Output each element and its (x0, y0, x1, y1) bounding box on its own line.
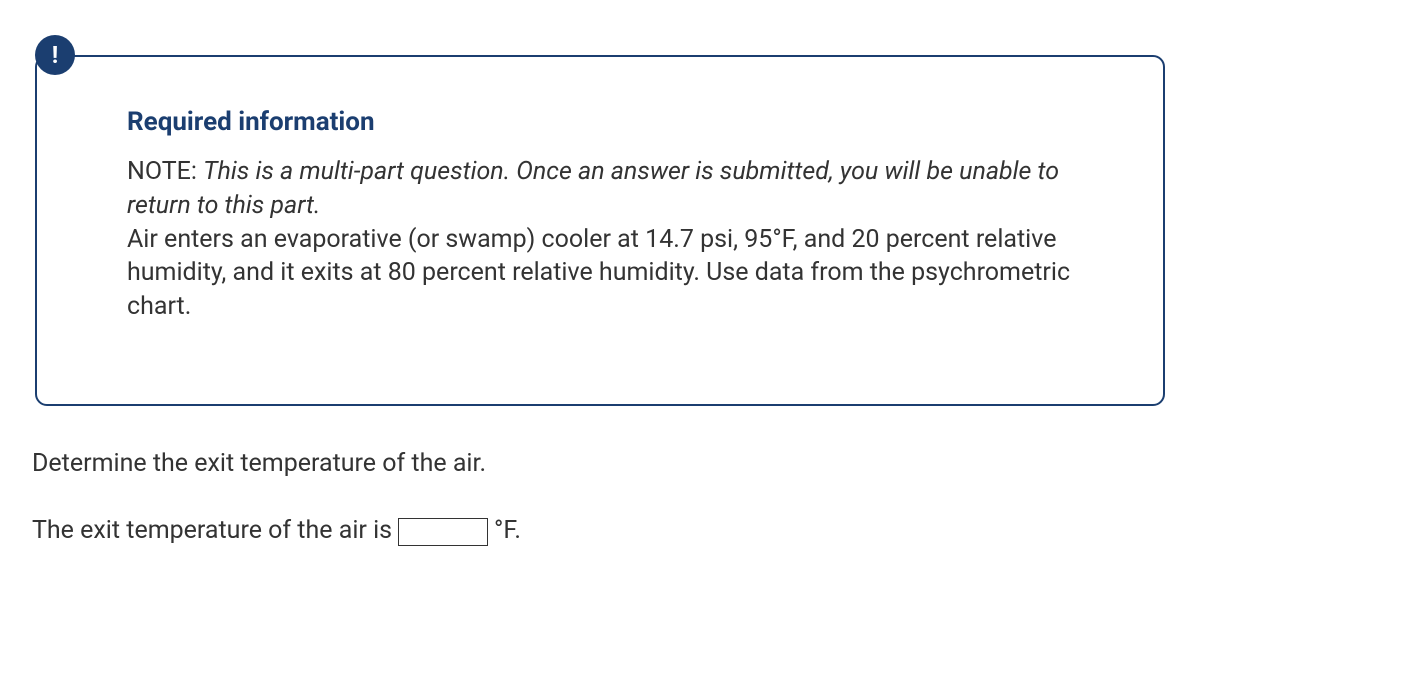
question-section: Determine the exit temperature of the ai… (32, 446, 1384, 548)
exclamation-char: ! (52, 41, 59, 69)
note-italic: This is a multi-part question. Once an a… (127, 157, 1059, 220)
answer-prefix: The exit temperature of the air is (32, 513, 392, 548)
answer-unit: °F. (494, 513, 521, 548)
answer-input[interactable] (398, 518, 488, 546)
question-prompt: Determine the exit temperature of the ai… (32, 446, 1384, 481)
info-box: Required information NOTE: This is a mul… (35, 55, 1165, 406)
answer-line: The exit temperature of the air is °F. (32, 513, 1384, 548)
required-info-container: ! Required information NOTE: This is a m… (20, 55, 1384, 406)
info-body-text: Air enters an evaporative (or swamp) coo… (127, 225, 1070, 322)
exclamation-icon: ! (35, 35, 75, 75)
note-text: NOTE: This is a multi-part question. Onc… (127, 155, 1103, 324)
info-title: Required information (127, 107, 1103, 137)
note-label: NOTE: (127, 157, 197, 186)
